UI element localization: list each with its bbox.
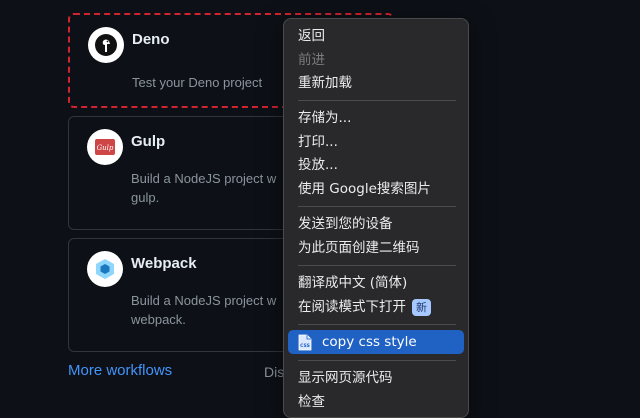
menu-item-view-source[interactable]: 显示网页源代码 (298, 367, 393, 389)
menu-item-create-qr-code[interactable]: 为此页面创建二维码 (298, 237, 420, 259)
menu-item-forward: 前进 (298, 52, 325, 68)
menu-item-back[interactable]: 返回 (298, 25, 325, 47)
menu-item-print[interactable]: 打印... (298, 131, 338, 153)
dismiss-text: Dis (264, 364, 285, 380)
workflow-description: Build a NodeJS project w webpack. (131, 293, 277, 327)
menu-item-send-to-devices[interactable]: 发送到您的设备 (298, 213, 393, 235)
webpack-cube-icon (87, 251, 123, 287)
svg-text:CSS: CSS (300, 343, 310, 349)
menu-item-copy-css-style[interactable]: CSS copy css style (288, 330, 464, 354)
gulp-cup-icon: Gulp (87, 129, 123, 165)
workflow-title: Webpack (131, 255, 197, 272)
workflow-description: Build a NodeJS project w gulp. (131, 171, 277, 205)
menu-item-cast[interactable]: 投放... (298, 154, 338, 176)
menu-item-save-as[interactable]: 存储为... (298, 107, 351, 129)
menu-separator (298, 206, 456, 207)
workflow-description: Test your Deno project (132, 75, 263, 90)
menu-separator (298, 265, 456, 266)
menu-separator (298, 360, 456, 361)
menu-item-inspect[interactable]: 检查 (298, 391, 325, 413)
context-menu: 返回 前进 重新加载 存储为... 打印... 投放... 使用 Google搜… (283, 18, 469, 418)
menu-separator (298, 324, 456, 325)
workflow-title: Gulp (131, 133, 166, 150)
menu-item-reload[interactable]: 重新加载 (298, 72, 352, 94)
deno-dinosaur-icon (88, 27, 124, 63)
menu-item-label: copy css style (322, 334, 417, 350)
menu-item-google-image-search[interactable]: 使用 Google搜索图片 (298, 178, 431, 200)
new-badge: 新 (412, 298, 431, 316)
svg-text:Gulp: Gulp (97, 144, 114, 152)
menu-item-translate[interactable]: 翻译成中文 (简体) (298, 272, 407, 294)
menu-item-label: 在阅读模式下打开 (298, 299, 406, 315)
more-workflows-link[interactable]: More workflows (68, 362, 172, 379)
menu-item-reading-mode[interactable]: 在阅读模式下打开新 (298, 296, 431, 318)
workflow-title: Deno (132, 31, 170, 48)
menu-separator (298, 100, 456, 101)
css-document-icon: CSS (298, 334, 312, 351)
